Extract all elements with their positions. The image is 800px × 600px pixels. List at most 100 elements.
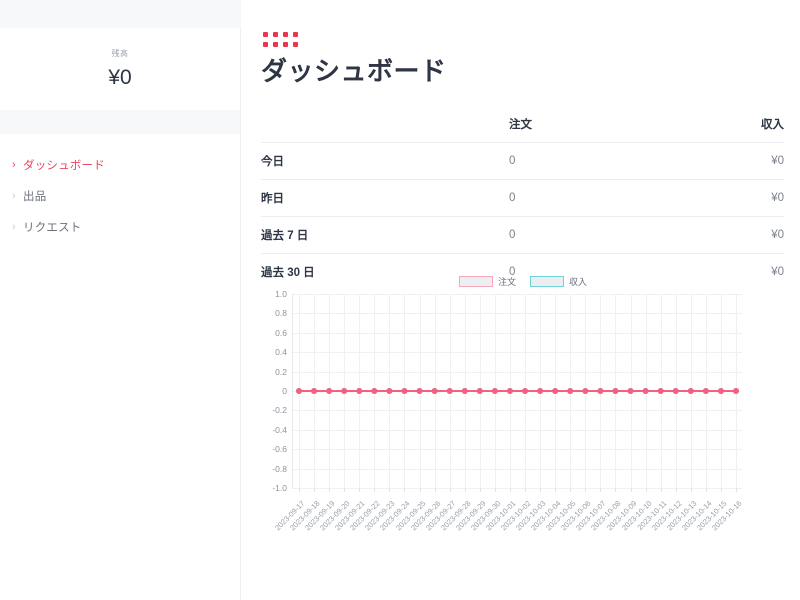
chevron-right-icon: › — [12, 160, 23, 171]
x-axis-tick-mark — [435, 488, 436, 492]
x-axis-tick-mark — [374, 488, 375, 492]
series-marker — [582, 388, 588, 394]
x-axis-tick-mark — [691, 488, 692, 492]
x-axis-tick-mark — [510, 488, 511, 492]
x-axis-tick-mark — [676, 488, 677, 492]
sidebar-item-listings[interactable]: › 出品 — [0, 185, 240, 207]
x-axis-tick-mark — [404, 488, 405, 492]
chevron-right-icon: › — [12, 191, 23, 202]
series-marker — [386, 388, 392, 394]
sidebar-item-label: リクエスト — [23, 219, 82, 235]
x-axis-tick-mark — [359, 488, 360, 492]
chevron-right-icon: › — [12, 222, 23, 233]
series-marker — [371, 388, 377, 394]
y-axis-tick-label: -0.4 — [272, 425, 287, 435]
series-marker — [673, 388, 679, 394]
stats-table-body: 今日 0 ¥0 昨日 0 ¥0 過去 7 日 0 ¥0 過去 30 日 0 ¥0 — [261, 143, 784, 291]
series-marker — [567, 388, 573, 394]
x-axis-tick-mark — [420, 488, 421, 492]
x-axis-tick-mark — [646, 488, 647, 492]
sidebar-item-label: 出品 — [23, 188, 46, 204]
sidebar-top-band — [0, 0, 241, 28]
sidebar-item-requests[interactable]: › リクエスト — [0, 216, 240, 238]
row-income: ¥0 — [669, 180, 784, 217]
series-marker — [356, 388, 362, 394]
table-row: 昨日 0 ¥0 — [261, 180, 784, 217]
row-orders: 0 — [509, 143, 669, 180]
x-axis-tick-mark — [525, 488, 526, 492]
balance-label: 残高 — [112, 50, 129, 58]
y-axis-tick-label: -0.2 — [272, 405, 287, 415]
series-marker — [447, 388, 453, 394]
stats-table: 注文 収入 今日 0 ¥0 昨日 0 ¥0 過去 7 日 0 ¥0 過去 30 … — [261, 112, 784, 290]
x-axis-tick-mark — [329, 488, 330, 492]
series-marker — [492, 388, 498, 394]
y-axis-tick-label: 0.4 — [275, 347, 287, 357]
x-axis-tick-mark — [495, 488, 496, 492]
stats-table-head: 注文 収入 — [261, 112, 784, 143]
x-axis-tick-mark — [344, 488, 345, 492]
x-axis-tick-mark — [480, 488, 481, 492]
orders-income-chart: 注文 収入 1.00.80.60.40.20-0.2-0.4-0.6-0.8-1… — [261, 272, 785, 557]
series-marker — [658, 388, 664, 394]
sidebar-item-dashboard[interactable]: › ダッシュボード — [0, 154, 240, 176]
row-orders: 0 — [509, 180, 669, 217]
series-marker — [401, 388, 407, 394]
row-income: ¥0 — [669, 217, 784, 254]
x-axis-tick-mark — [540, 488, 541, 492]
x-axis-tick-mark — [450, 488, 451, 492]
x-axis-tick-mark — [661, 488, 662, 492]
sidebar-divider — [0, 110, 241, 134]
series-marker — [462, 388, 468, 394]
x-axis-tick-mark — [736, 488, 737, 492]
sidebar-item-label: ダッシュボード — [23, 157, 105, 173]
table-row: 今日 0 ¥0 — [261, 143, 784, 180]
y-axis-tick-label: -1.0 — [272, 483, 287, 493]
legend-item-orders[interactable]: 注文 — [459, 275, 516, 288]
series-marker — [311, 388, 317, 394]
x-axis-tick-mark — [299, 488, 300, 492]
col-header-period — [261, 112, 509, 143]
y-axis-tick-label: -0.6 — [272, 444, 287, 454]
series-marker — [628, 388, 634, 394]
legend-swatch-orders — [459, 276, 493, 287]
series-marker — [537, 388, 543, 394]
x-axis-tick-mark — [600, 488, 601, 492]
legend-label-income: 収入 — [569, 275, 587, 288]
legend-label-orders: 注文 — [498, 275, 516, 288]
x-axis-tick-mark — [585, 488, 586, 492]
series-marker — [552, 388, 558, 394]
sidebar: 残高 ¥0 › ダッシュボード › 出品 › リクエスト — [0, 0, 241, 600]
y-axis-tick-label: 0.8 — [275, 308, 287, 318]
series-marker — [432, 388, 438, 394]
table-row: 過去 7 日 0 ¥0 — [261, 217, 784, 254]
y-axis-tick-label: 0.6 — [275, 328, 287, 338]
x-axis-tick-mark — [721, 488, 722, 492]
y-axis-tick-label: -0.8 — [272, 464, 287, 474]
row-label: 今日 — [261, 143, 509, 180]
x-axis-tick-mark — [631, 488, 632, 492]
series-marker — [643, 388, 649, 394]
row-label: 過去 7 日 — [261, 217, 509, 254]
series-marker — [326, 388, 332, 394]
y-axis-tick-label: 0 — [282, 386, 287, 396]
col-header-orders: 注文 — [509, 112, 669, 143]
x-axis-tick-mark — [555, 488, 556, 492]
x-axis-tick-mark — [314, 488, 315, 492]
page-title: ダッシュボード — [261, 55, 447, 89]
balance-value: ¥0 — [108, 67, 131, 88]
series-marker — [733, 388, 739, 394]
series-marker — [296, 388, 302, 394]
chart-series-layer — [293, 294, 742, 488]
series-marker — [718, 388, 724, 394]
series-marker — [703, 388, 709, 394]
row-orders: 0 — [509, 217, 669, 254]
x-axis-tick-mark — [389, 488, 390, 492]
y-axis-tick-label: 0.2 — [275, 367, 287, 377]
col-header-income: 収入 — [669, 112, 784, 143]
dashboard-page: 残高 ¥0 › ダッシュボード › 出品 › リクエスト ダッシュボード — [0, 0, 800, 600]
row-label: 昨日 — [261, 180, 509, 217]
legend-item-income[interactable]: 収入 — [530, 275, 587, 288]
series-marker — [341, 388, 347, 394]
balance-card: 残高 ¥0 — [0, 28, 241, 110]
